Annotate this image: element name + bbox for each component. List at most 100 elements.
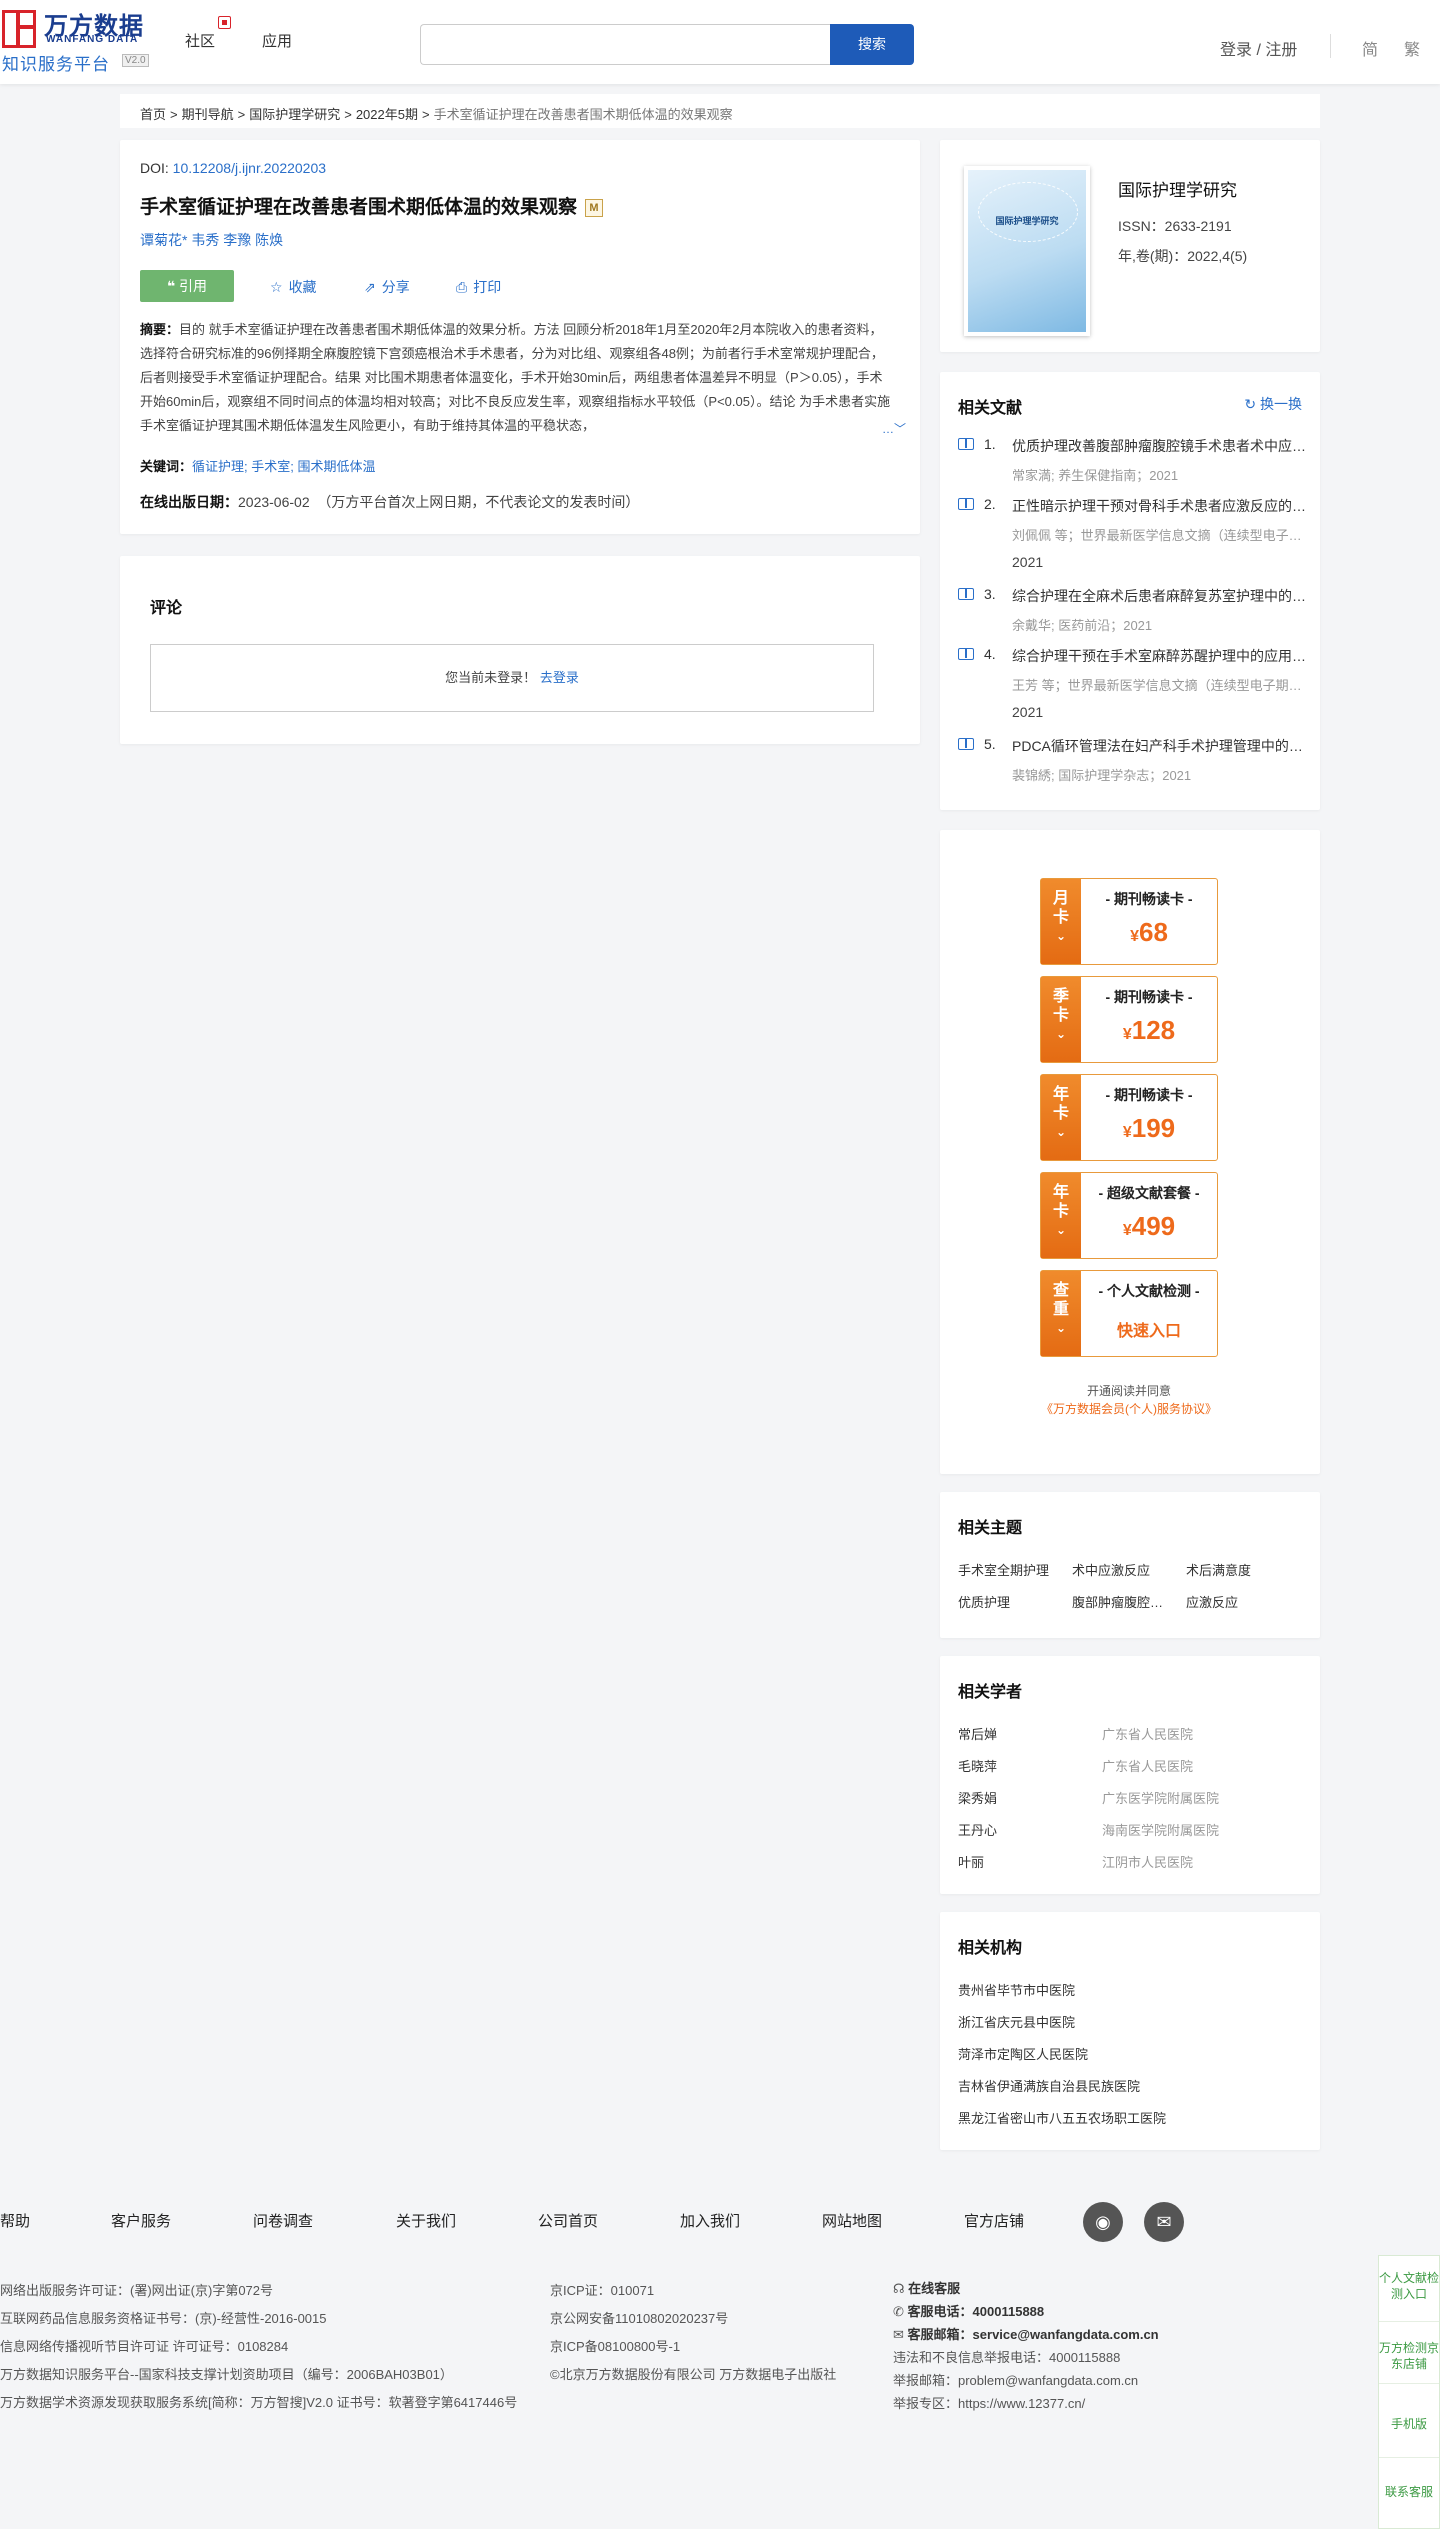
keyword-link[interactable]: 循证护理 [192,459,244,474]
doc-number: 1. [984,436,996,452]
quick-entry-label: 快速入口 [1116,1323,1181,1340]
super-package-offer[interactable]: 年卡 ⌄ - 超级文献套餐 - ¥499 [1040,1172,1218,1259]
favorite-label: 收藏 [288,279,317,295]
related-doc-link[interactable]: PDCA循环管理法在妇产科手术护理管理中的应用 [1012,736,1312,756]
keyword-link[interactable]: 手术室 [251,459,290,474]
footer-license: 万方数据学术资源发现获取服务系统[简称：万方智搜]V2.0 证书号：软著登字第6… [0,2395,518,2410]
institution-link[interactable]: 黑龙江省密山市八五五农场职工医院 [958,2108,1166,2127]
footer-link-customer-service[interactable]: 客户服务 [111,2210,171,2231]
related-doc-link[interactable]: 优质护理改善腹部肿瘤腹腔镜手术患者术中应激反应的效果分析 [1012,436,1312,456]
wanfang-logo[interactable]: 万方数据 WANFANG DATA 知识服务平台 V2.0 [0,6,160,74]
breadcrumb-journal[interactable]: 国际护理学研究 [249,107,340,122]
scholar-org: 广东省人民医院 [1102,1727,1194,1742]
topic-link[interactable]: 应激反应 [1186,1592,1290,1611]
footer-link-help[interactable]: 帮助 [0,2210,30,2231]
double-chevron-icon: ⌄ [1055,1027,1067,1041]
topic-link[interactable]: 术后满意度 [1186,1560,1290,1579]
topic-link[interactable]: 腹部肿瘤腹腔镜手术 [1072,1592,1176,1611]
promo-head: - 个人文献检测 - [1098,1283,1200,1299]
go-login-link[interactable]: 去登录 [540,670,579,685]
keyword-sep: ; [244,459,248,474]
weibo-icon[interactable]: ◉ [1083,2202,1123,2242]
scholar-name[interactable]: 常后婵 [958,1724,997,1743]
scholar-name[interactable]: 叶丽 [958,1852,984,1871]
service-agreement-link[interactable]: 《万方数据会员(个人)服务协议》 [940,1400,1318,1417]
nav-community[interactable]: 社区 [185,30,215,51]
author-link[interactable]: 谭菊花* [140,232,187,248]
favorite-button[interactable]: ☆ 收藏 [270,277,317,297]
contact-service-link[interactable]: 联系客服 [1379,2464,1439,2524]
footer-link-store[interactable]: 官方店铺 [964,2210,1024,2231]
footer-link-survey[interactable]: 问卷调查 [253,2210,313,2231]
author-link[interactable]: 李豫 [223,232,251,248]
quarterly-card-offer[interactable]: 季卡 ⌄ - 期刊畅读卡 - ¥128 [1040,976,1218,1063]
jd-store-link[interactable]: 万方检测京东店铺 [1379,2328,1439,2384]
search-button[interactable]: 搜索 [830,24,914,65]
report-zone[interactable]: 举报专区：https://www.12377.cn/ [893,2393,1085,2412]
quote-icon: ❝ [166,278,180,294]
wechat-icon[interactable]: ✉ [1144,2202,1184,2242]
scholar-name[interactable]: 梁秀娟 [958,1788,997,1807]
refresh-button[interactable]: ↻ 换一换 [1244,394,1302,414]
report-email: 举报邮箱：problem@wanfangdata.com.cn [893,2373,1139,2388]
journal-name[interactable]: 国际护理学研究 [1118,176,1237,201]
agreement-text: 开通阅读并同意 [1086,1384,1171,1398]
promo-head: - 期刊畅读卡 - [1105,989,1193,1005]
institution-link[interactable]: 浙江省庆元县中医院 [958,2012,1075,2031]
online-pub-date: 在线出版日期：2023-06-02 （万方平台首次上网日期，不代表论文的发表时间… [140,492,639,512]
topic-link[interactable]: 术中应激反应 [1072,1560,1176,1579]
topic-link[interactable]: 手术室全期护理 [958,1560,1062,1579]
institution-link[interactable]: 菏泽市定陶区人民医院 [958,2044,1088,2063]
breadcrumb-home[interactable]: 首页 [140,107,166,122]
footer-link-join[interactable]: 加入我们 [680,2210,740,2231]
promo-head: - 期刊畅读卡 - [1105,891,1193,907]
related-doc-link[interactable]: 综合护理在全麻术后患者麻醉复苏室护理中的效果 [1012,586,1312,606]
lang-traditional[interactable]: 繁 [1404,36,1420,60]
search-input[interactable] [420,24,830,65]
keyword-link[interactable]: 围术期低体温 [298,459,376,474]
scholar-name[interactable]: 毛晓萍 [958,1756,997,1775]
promo-price: ¥199 [1122,1113,1176,1143]
topic-link[interactable]: 优质护理 [958,1592,1062,1611]
mobile-version-link[interactable]: 手机版 [1379,2390,1439,2458]
footer-link-company[interactable]: 公司首页 [538,2210,598,2231]
abstract-label: 摘要： [140,322,180,337]
footer-link-about[interactable]: 关于我们 [396,2210,456,2231]
book-icon [958,498,974,510]
journal-cover[interactable]: 国际护理学研究 [964,166,1090,336]
promo-price: ¥499 [1122,1211,1176,1241]
abstract-text: 目的 就手术室循证护理在改善患者围术期低体温的效果分析。方法 回顾分析2018年… [140,322,891,433]
author-link[interactable]: 韦秀 [191,232,219,248]
related-doc-link[interactable]: 正性暗示护理干预对骨科手术患者应激反应的影响 [1012,496,1312,516]
promo-tab: 月卡 ⌄ [1041,879,1081,964]
institution-link[interactable]: 吉林省伊通满族自治县民族医院 [958,2076,1140,2095]
scholar-name[interactable]: 王丹心 [958,1820,997,1839]
related-doc-link[interactable]: 综合护理干预在手术室麻醉苏醒护理中的应用效果 [1012,646,1312,666]
share-button[interactable]: ⇗ 分享 [364,277,410,297]
breadcrumb: 首页 > 期刊导航 > 国际护理学研究 >2022年5期 > 手术室循证护理在改善患者围术期低… [120,94,1320,128]
annual-card-offer[interactable]: 年卡 ⌄ - 期刊畅读卡 - ¥199 [1040,1074,1218,1161]
plagiarism-check-offer[interactable]: 查重 ⌄ - 个人文献检测 - 快速入口 [1040,1270,1218,1357]
doi-link[interactable]: 10.12208/j.ijnr.20220203 [173,160,326,176]
cover-decoration [978,182,1078,242]
institution-link[interactable]: 贵州省毕节市中医院 [958,1980,1075,1999]
author-link[interactable]: 陈焕 [255,232,283,248]
online-service-link[interactable]: ☊ 在线客服 [893,2278,960,2297]
double-chevron-icon: ⌄ [1055,1321,1067,1335]
nav-apps[interactable]: 应用 [262,30,292,51]
personal-check-entry[interactable]: 个人文献检测入口 [1379,2266,1439,2322]
wanfang-logo-mark [2,10,36,48]
footer-link-sitemap[interactable]: 网站地图 [822,2210,882,2231]
promo-price: ¥68 [1130,917,1168,947]
article-card: DOI: 10.12208/j.ijnr.20220203 手术室循证护理在改善… [120,140,920,534]
breadcrumb-sep: > [421,107,430,122]
expand-abstract-button[interactable]: …﹀ [878,420,907,437]
print-button[interactable]: ⎙ 打印 [456,277,501,297]
monthly-card-offer[interactable]: 月卡 ⌄ - 期刊畅读卡 - ¥68 [1040,878,1218,965]
cite-button[interactable]: ❝ 引用 [140,270,234,302]
journal-card: 国际护理学研究 国际护理学研究 ISSN：2633-2191 年,卷(期)：20… [940,140,1320,352]
login-register-link[interactable]: 登录 / 注册 [1220,36,1297,60]
breadcrumb-journal-nav[interactable]: 期刊导航 [182,107,234,122]
breadcrumb-issue[interactable]: 2022年5期 [356,107,418,122]
lang-simplified[interactable]: 简 [1362,36,1378,60]
